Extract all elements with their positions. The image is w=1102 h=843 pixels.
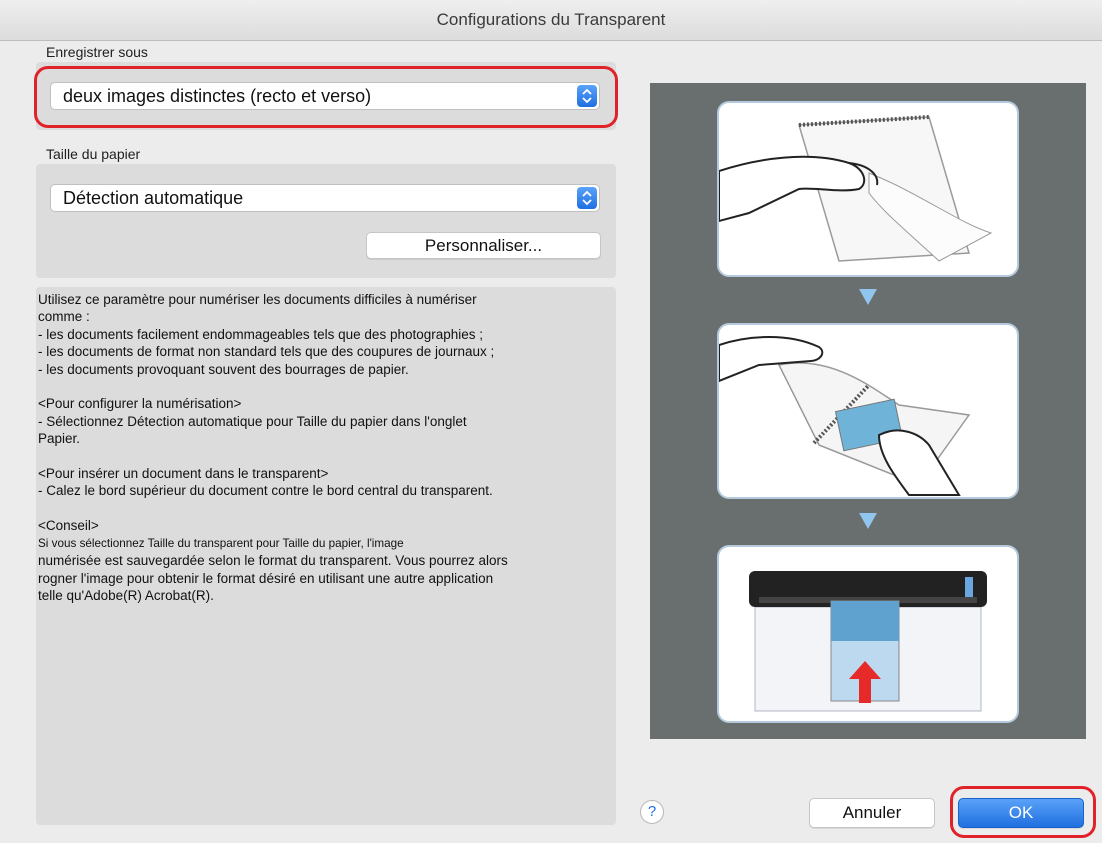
description-text: Utilisez ce paramètre pour numériser les… [38,291,614,535]
description-line: <Pour insérer un document dans le transp… [38,466,329,482]
description-line: - Calez le bord supérieur du document co… [38,483,493,499]
description-line: <Conseil> [38,518,99,534]
tip-first-line: Si vous sélectionnez Taille du transpare… [38,536,404,550]
description-line: telle qu'Adobe(R) Acrobat(R). [38,587,214,603]
description-panel: Utilisez ce paramètre pour numériser les… [36,287,616,825]
description-line: - les documents de format non standard t… [38,344,495,360]
description-line: Papier. [38,431,81,447]
save-as-panel: deux images distinctes (recto et verso) [36,62,616,130]
description-line: - les documents facilement endommageable… [38,326,484,342]
step-1-illustration [719,115,993,262]
paper-size-label: Taille du papier [46,146,141,162]
step-2-illustration [719,336,971,496]
step-arrow-icon [859,513,877,529]
step-2-card [717,323,1019,499]
save-as-label: Enregistrer sous [46,44,148,60]
paper-size-value: Détection automatique [63,188,244,208]
paper-size-panel: Détection automatique Personnaliser... [36,164,616,278]
description-line: - Sélectionnez Détection automatique pou… [38,413,467,429]
description-line [38,448,614,465]
description-line [38,500,614,517]
ok-button[interactable]: OK [958,798,1084,828]
window-title: Configurations du Transparent [0,0,1102,41]
transparent-illustration [650,83,1086,739]
description-line: rogner l'image pour obtenir le format dé… [38,570,494,586]
save-as-select[interactable]: deux images distinctes (recto et verso) [50,82,600,110]
paper-size-select[interactable]: Détection automatique [50,184,600,212]
step-3-illustration [749,571,987,712]
select-stepper-icon [577,187,597,209]
description-line: numérisée est sauvegardée selon le forma… [38,553,508,569]
step-arrow-icon [859,289,877,305]
customize-button[interactable]: Personnaliser... [366,232,601,259]
description-line [38,378,614,395]
description-line: - les documents provoquant souvent des b… [38,361,409,377]
select-stepper-icon [577,85,597,107]
tip-text: numérisée est sauvegardée selon le forma… [38,552,614,604]
cancel-button[interactable]: Annuler [809,798,935,828]
description-line: <Pour configurer la numérisation> [38,396,242,412]
description-line: Utilisez ce paramètre pour numériser les… [38,292,477,307]
step-1-card [717,101,1019,277]
help-button[interactable]: ? [640,800,664,824]
description-line: comme : [38,309,90,325]
step-3-card [717,545,1019,723]
save-as-value: deux images distinctes (recto et verso) [63,86,372,106]
